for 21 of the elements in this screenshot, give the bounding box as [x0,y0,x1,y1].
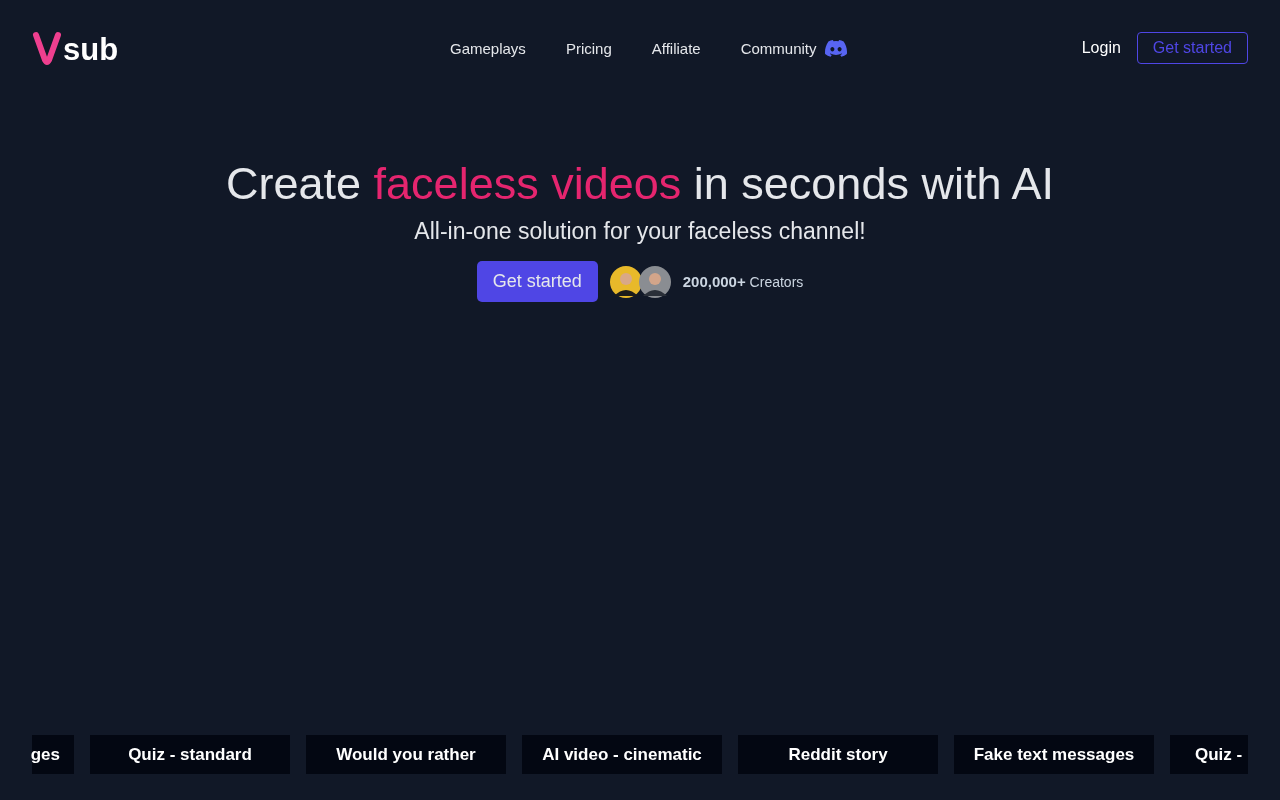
avatar-icon [638,265,671,298]
logo-v-icon [32,31,62,65]
hero-title: Create faceless videos in seconds with AI [226,158,1054,210]
discord-icon[interactable] [824,39,847,57]
hero-subtitle: All-in-one solution for your faceless channel! [414,218,866,245]
avatar-icon [609,265,642,298]
gameplay-card[interactable]: Quiz - standard [90,735,290,774]
nav-link[interactable]: Pricing [565,39,612,57]
gameplay-card[interactable]: Reddit story [738,735,938,774]
get-started-button[interactable]: Get started [476,261,598,302]
nav-link[interactable]: Community [740,39,817,57]
gameplay-card[interactable]: Fake text messages [954,735,1154,774]
creators-count: 200,000+ Creators [682,273,804,290]
nav-link[interactable]: Affiliate [651,39,701,57]
nav-link[interactable]: Gameplays [450,39,526,57]
gameplay-card[interactable]: Quiz - [1170,735,1248,774]
logo-text: sub [63,34,119,65]
gameplay-card[interactable]: ges [32,735,74,774]
gameplay-card[interactable]: AI video - cinematic [522,735,722,774]
gameplay-card[interactable]: Would you rather [306,735,506,774]
login-link[interactable]: Login [1081,39,1121,57]
